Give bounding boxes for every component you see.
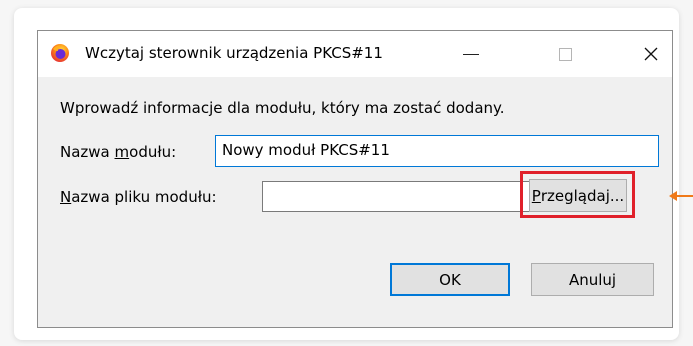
load-device-driver-dialog: Wczytaj sterownik urządzenia PKCS#11 Wpr…: [37, 30, 673, 328]
firefox-icon: [51, 44, 69, 62]
cancel-button[interactable]: Anuluj: [531, 263, 654, 296]
module-name-label: Nazwa modułu:: [60, 143, 177, 161]
info-text: Wprowadź informacje dla modułu, który ma…: [60, 99, 505, 117]
pointer-arrow-icon: [669, 191, 693, 201]
ok-button[interactable]: OK: [390, 263, 510, 296]
title-bar: Wczytaj sterownik urządzenia PKCS#11: [38, 31, 672, 77]
minimize-button[interactable]: [448, 31, 494, 77]
maximize-icon: [558, 47, 572, 61]
module-name-input[interactable]: Nowy moduł PKCS#11: [215, 135, 659, 167]
module-file-input[interactable]: [262, 181, 540, 212]
close-button[interactable]: [628, 31, 674, 77]
window-title: Wczytaj sterownik urządzenia PKCS#11: [85, 44, 383, 62]
browse-button[interactable]: Przeglądaj...: [529, 179, 627, 212]
close-icon: [644, 47, 658, 61]
maximize-button[interactable]: [542, 31, 588, 77]
minimize-icon: [463, 53, 479, 55]
module-file-label: Nazwa pliku modułu:: [60, 188, 217, 206]
